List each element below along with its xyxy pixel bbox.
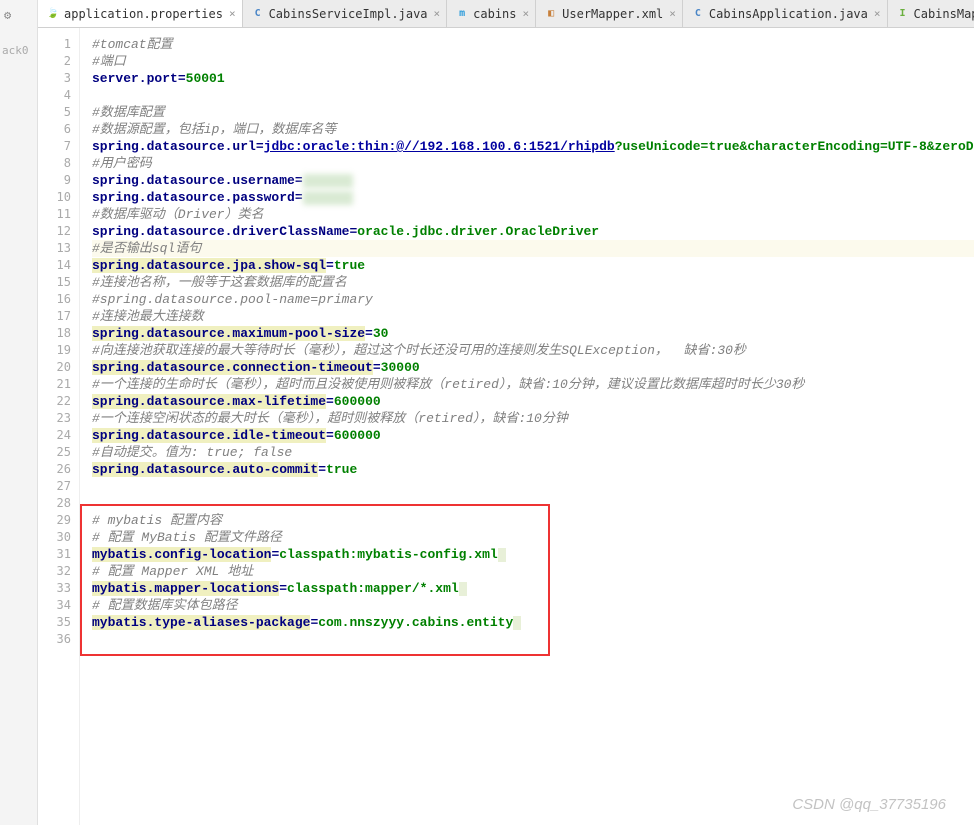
code-line-11[interactable]: #数据库驱动（Driver）类名 [92,206,974,223]
tab-label: CabinsServiceImpl.java [269,7,428,21]
tab-cabinsapplication-java[interactable]: C CabinsApplication.java × [683,0,888,27]
code-line-3[interactable]: server.port=50001 [92,70,974,87]
file-icon: m [455,7,469,21]
watermark: CSDN @qq_37735196 [792,796,946,813]
code-line-31[interactable]: mybatis.config-location=classpath:mybati… [92,546,974,563]
code-line-21[interactable]: #一个连接的生命时长（毫秒），超时而且没被使用则被释放（retired），缺省:… [92,376,974,393]
code-line-10[interactable]: spring.datasource.password= [92,189,974,206]
tab-label: CabinsMapper.java [914,7,974,21]
code-line-15[interactable]: #连接池名称，一般等于这套数据库的配置名 [92,274,974,291]
code-line-25[interactable]: #自动提交。值为: true; false [92,444,974,461]
code-line-13[interactable]: #是否输出sql语句 [92,240,974,257]
close-icon[interactable]: × [874,7,881,20]
line-numbers: 1234567891011121314151617181920212223242… [38,28,80,825]
code-line-8[interactable]: #用户密码 [92,155,974,172]
file-icon: ◧ [544,7,558,21]
tab-label: cabins [473,7,516,21]
file-icon: C [691,7,705,21]
code-line-16[interactable]: #spring.datasource.pool-name=primary [92,291,974,308]
code-line-1[interactable]: #tomcat配置 [92,36,974,53]
close-icon[interactable]: × [434,7,441,20]
code-line-19[interactable]: #向连接池获取连接的最大等待时长（毫秒），超过这个时长还没可用的连接则发生SQL… [92,342,974,359]
code-line-30[interactable]: # 配置 MyBatis 配置文件路径 [92,529,974,546]
tab-application-properties[interactable]: 🍃 application.properties × [38,0,243,27]
code-line-14[interactable]: spring.datasource.jpa.show-sql=true [92,257,974,274]
code-line-34[interactable]: # 配置数据库实体包路径 [92,597,974,614]
code-line-32[interactable]: # 配置 Mapper XML 地址 [92,563,974,580]
code-line-2[interactable]: #端口 [92,53,974,70]
code-line-9[interactable]: spring.datasource.username= [92,172,974,189]
tab-label: CabinsApplication.java [709,7,868,21]
code-line-5[interactable]: #数据库配置 [92,104,974,121]
code-line-6[interactable]: #数据源配置，包括ip，端口，数据库名等 [92,121,974,138]
gear-icon[interactable]: ⚙ [4,8,11,22]
editor-tabs: 🍃 application.properties × C CabinsServiceIm… [38,0,974,28]
code-line-7[interactable]: spring.datasource.url=jdbc:oracle:thin:@… [92,138,974,155]
code-line-22[interactable]: spring.datasource.max-lifetime=600000 [92,393,974,410]
code-line-36[interactable] [92,631,974,648]
gutter-label: ack0 [2,44,29,57]
code-line-18[interactable]: spring.datasource.maximum-pool-size=30 [92,325,974,342]
code-line-33[interactable]: mybatis.mapper-locations=classpath:mappe… [92,580,974,597]
code-line-23[interactable]: #一个连接空闲状态的最大时长（毫秒），超时则被释放（retired），缺省:10… [92,410,974,427]
file-icon: I [896,7,910,21]
close-icon[interactable]: × [523,7,530,20]
tab-label: application.properties [64,7,223,21]
tab-label: UserMapper.xml [562,7,663,21]
code-line-12[interactable]: spring.datasource.driverClassName=oracle… [92,223,974,240]
tab-cabins[interactable]: mcabins × [447,0,536,27]
tab-cabinsmapper-java[interactable]: ICabinsMapper.java× [888,0,974,27]
code-line-35[interactable]: mybatis.type-aliases-package=com.nnszyyy… [92,614,974,631]
tab-usermapper-xml[interactable]: ◧ UserMapper.xml × [536,0,683,27]
tab-cabinsserviceimpl-java[interactable]: C CabinsServiceImpl.java × [243,0,448,27]
code-line-24[interactable]: spring.datasource.idle-timeout=600000 [92,427,974,444]
file-icon: C [251,7,265,21]
code-line-26[interactable]: spring.datasource.auto-commit=true [92,461,974,478]
code-line-17[interactable]: #连接池最大连接数 [92,308,974,325]
code-line-28[interactable] [92,495,974,512]
code-line-20[interactable]: spring.datasource.connection-timeout=300… [92,359,974,376]
close-icon[interactable]: × [669,7,676,20]
close-icon[interactable]: × [229,7,236,20]
code-line-29[interactable]: # mybatis 配置内容 [92,512,974,529]
code-content[interactable]: #tomcat配置#端口server.port=50001 #数据库配置#数据源… [80,28,974,825]
file-icon: 🍃 [46,7,60,21]
code-line-27[interactable] [92,478,974,495]
left-gutter: ⚙ ack0 [0,0,38,825]
code-line-4[interactable] [92,87,974,104]
editor-area: 1234567891011121314151617181920212223242… [38,28,974,825]
